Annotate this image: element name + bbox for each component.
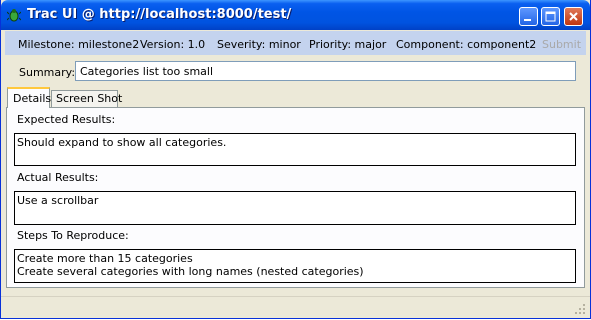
bug-icon xyxy=(7,9,21,22)
steps-to-reproduce-label: Steps To Reproduce: xyxy=(17,229,129,242)
close-button[interactable] xyxy=(564,7,583,26)
app-window: Trac UI @ http://localhost:8000/test/ Mi… xyxy=(0,0,591,319)
minimize-icon xyxy=(524,19,531,21)
summary-input[interactable]: Categories list too small xyxy=(75,61,576,81)
version-field[interactable]: Version: 1.0 xyxy=(140,38,205,51)
expected-results-field[interactable]: Should expand to show all categories. xyxy=(14,133,576,166)
severity-field[interactable]: Severity: minor xyxy=(217,38,301,51)
priority-field[interactable]: Priority: major xyxy=(309,38,386,51)
expected-results-label: Expected Results: xyxy=(17,113,116,126)
tab-screen-shot[interactable]: Screen Shot xyxy=(51,90,122,108)
milestone-field[interactable]: Milestone: milestone2 xyxy=(18,38,139,51)
ticket-fields-bar: Milestone: milestone2 Version: 1.0 Sever… xyxy=(5,31,586,55)
actual-results-label: Actual Results: xyxy=(17,171,99,184)
minimize-button[interactable] xyxy=(519,7,538,26)
title-bar[interactable]: Trac UI @ http://localhost:8000/test/ xyxy=(1,0,590,30)
maximize-icon xyxy=(545,11,556,22)
actual-results-field[interactable]: Use a scrollbar xyxy=(14,191,576,225)
resize-grip-icon[interactable] xyxy=(574,303,586,315)
status-bar xyxy=(1,296,590,318)
tab-details[interactable]: Details xyxy=(7,87,51,108)
summary-label: Summary: xyxy=(19,66,76,79)
close-icon xyxy=(569,12,578,21)
submit-button[interactable]: Submit xyxy=(542,38,581,51)
maximize-button[interactable] xyxy=(541,7,560,26)
component-field[interactable]: Component: component2 xyxy=(396,38,536,51)
window-title: Trac UI @ http://localhost:8000/test/ xyxy=(27,7,292,22)
steps-to-reproduce-field[interactable]: Create more than 15 categories Create se… xyxy=(14,249,576,283)
